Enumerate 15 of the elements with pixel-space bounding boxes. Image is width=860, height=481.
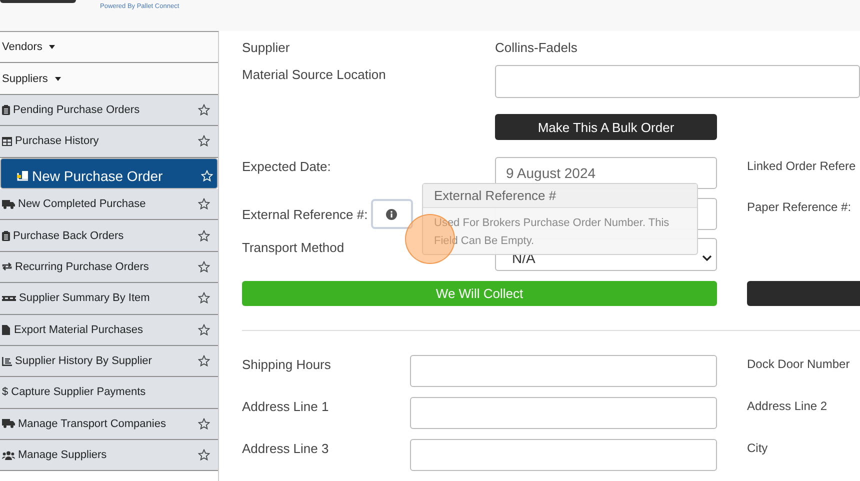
address-label: Address Line 2 [747, 398, 828, 413]
supplier-label: Supplier [242, 40, 290, 54]
tooltip-title: External Reference # [423, 184, 697, 208]
address-label: Shipping Hours [242, 356, 331, 372]
external-reference-label: External Reference #: [242, 206, 368, 222]
address-label: Dock Door Number [747, 356, 850, 371]
address-label: Address Line 1 [242, 398, 329, 414]
linked-order-label: Linked Order Refere [747, 158, 856, 173]
material-source-label: Material Source Location [242, 66, 386, 82]
address-label: Address Line 3 [242, 440, 329, 456]
transport-method-label: Transport Method [242, 239, 344, 255]
supplier-name: Collins-Fadels [495, 40, 578, 54]
address-label: City [747, 440, 768, 455]
paper-reference-label: Paper Reference #: [747, 199, 852, 214]
expected-date-label: Expected Date: [242, 158, 331, 174]
